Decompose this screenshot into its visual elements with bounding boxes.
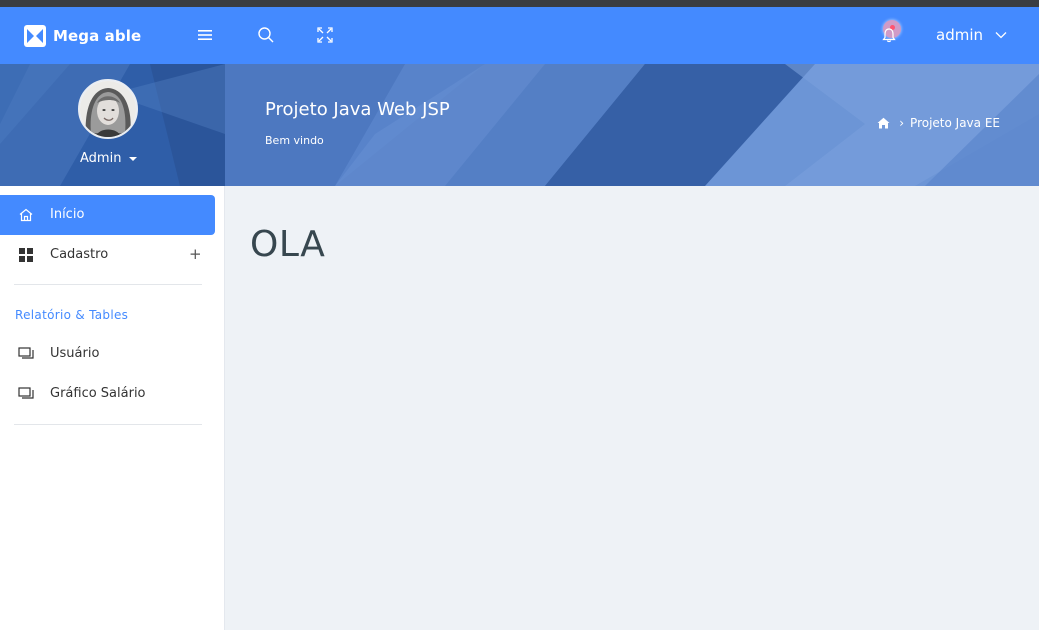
page-header-banner: Projeto Java Web JSP Bem vindo › Projeto… [225, 64, 1039, 186]
search-icon [258, 27, 274, 43]
fullscreen-icon [317, 27, 333, 43]
sidebar: Admin Início Cadastro + Relatório & Tabl… [0, 64, 225, 630]
sidebar-item-cadastro[interactable]: Cadastro + [0, 235, 215, 275]
window-top-strip [0, 0, 1039, 7]
brand-logo-icon [24, 25, 46, 47]
sidebar-item-label: Gráfico Salário [50, 386, 146, 401]
top-navbar: Mega able admin [0, 7, 1039, 64]
chevron-down-icon [995, 32, 1007, 39]
grid-icon [19, 248, 33, 262]
avatar[interactable] [78, 79, 138, 139]
window-icon [18, 347, 34, 359]
greeting-heading: OLA [250, 224, 326, 265]
sidebar-divider [14, 424, 202, 425]
search-button[interactable] [256, 25, 276, 45]
breadcrumb-item[interactable]: Projeto Java EE [910, 116, 1000, 130]
notifications-button[interactable] [879, 20, 901, 47]
user-menu[interactable]: admin [936, 24, 1007, 46]
breadcrumb: › Projeto Java EE [877, 116, 1000, 130]
caret-down-icon [129, 156, 138, 161]
sidebar-item-label: Cadastro [50, 247, 109, 262]
sidebar-profile: Admin [0, 64, 225, 186]
sidebar-divider [14, 284, 202, 285]
sidebar-item-grafico-salario[interactable]: Gráfico Salário [0, 374, 215, 414]
brand[interactable]: Mega able [24, 25, 141, 47]
sidebar-section-title: Relatório & Tables [15, 308, 129, 322]
home-icon[interactable] [877, 117, 890, 129]
home-icon [19, 208, 33, 222]
expand-plus-icon[interactable]: + [189, 246, 202, 262]
sidebar-item-label: Usuário [50, 346, 100, 361]
breadcrumb-separator: › [899, 116, 905, 130]
profile-name: Admin [80, 151, 122, 166]
menu-icon [198, 30, 212, 40]
menu-toggle-button[interactable] [195, 25, 215, 45]
bell-icon [882, 28, 896, 43]
sidebar-item-inicio[interactable]: Início [0, 195, 215, 235]
sidebar-item-label: Início [50, 207, 85, 222]
fullscreen-button[interactable] [315, 25, 335, 45]
user-name: admin [936, 26, 983, 44]
page-title: Projeto Java Web JSP [265, 99, 450, 120]
profile-name-dropdown[interactable]: Admin [80, 151, 138, 166]
page-subtitle: Bem vindo [265, 134, 324, 147]
brand-name: Mega able [53, 27, 142, 45]
sidebar-item-usuario[interactable]: Usuário [0, 334, 215, 374]
main-content: OLA [226, 186, 1039, 630]
window-icon [18, 387, 34, 399]
